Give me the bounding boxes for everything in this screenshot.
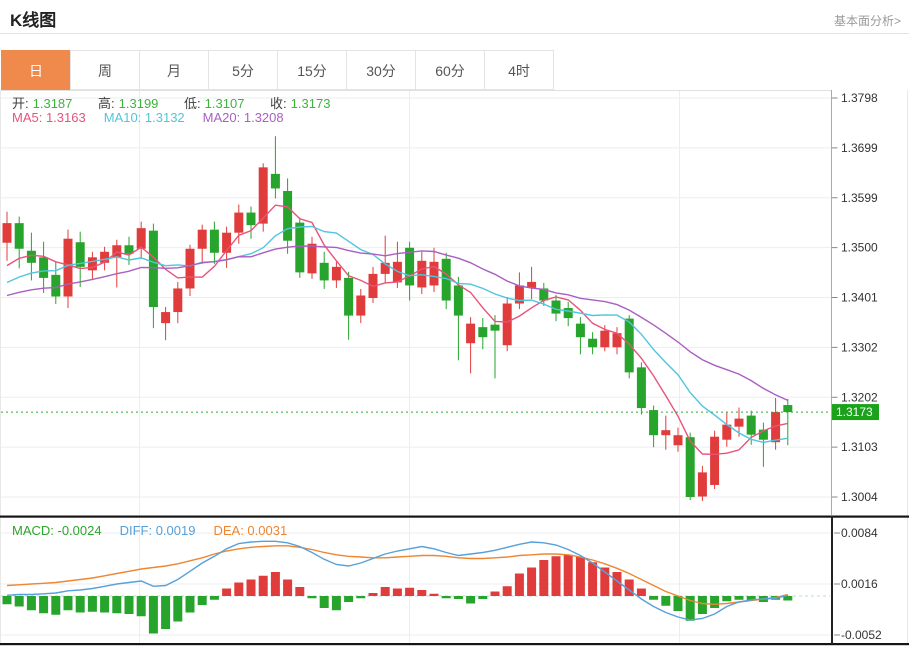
svg-text:1.3173: 1.3173 <box>836 405 873 419</box>
main-candle-chart[interactable] <box>1 136 831 501</box>
svg-text:0.0016: 0.0016 <box>841 577 878 591</box>
svg-text:1.3004: 1.3004 <box>841 490 878 504</box>
chart-canvas[interactable]: 1.3798 1.3699 1.3599 1.3500 1.3401 1.3302 1.32… <box>0 0 909 647</box>
svg-text:1.3401: 1.3401 <box>841 291 878 305</box>
svg-text:1.3302: 1.3302 <box>841 340 878 354</box>
diff-line <box>7 541 788 620</box>
macd-chart[interactable] <box>1 541 830 633</box>
svg-text:0.0084: 0.0084 <box>841 526 878 540</box>
grid-lines <box>0 90 909 645</box>
svg-text:1.3699: 1.3699 <box>841 141 878 155</box>
svg-text:1.3599: 1.3599 <box>841 191 878 205</box>
svg-text:1.3202: 1.3202 <box>841 390 878 404</box>
svg-text:1.3500: 1.3500 <box>841 241 878 255</box>
svg-text:1.3103: 1.3103 <box>841 440 878 454</box>
svg-text:-0.0052: -0.0052 <box>841 628 882 642</box>
kline-widget: K线图 基本面分析> 日周月5分15分30分60分4时 1.37981.3699… <box>0 0 909 647</box>
svg-text:1.3798: 1.3798 <box>841 91 878 105</box>
price-axis: 1.3798 1.3699 1.3599 1.3500 1.3401 1.3302 1.32… <box>832 90 883 642</box>
